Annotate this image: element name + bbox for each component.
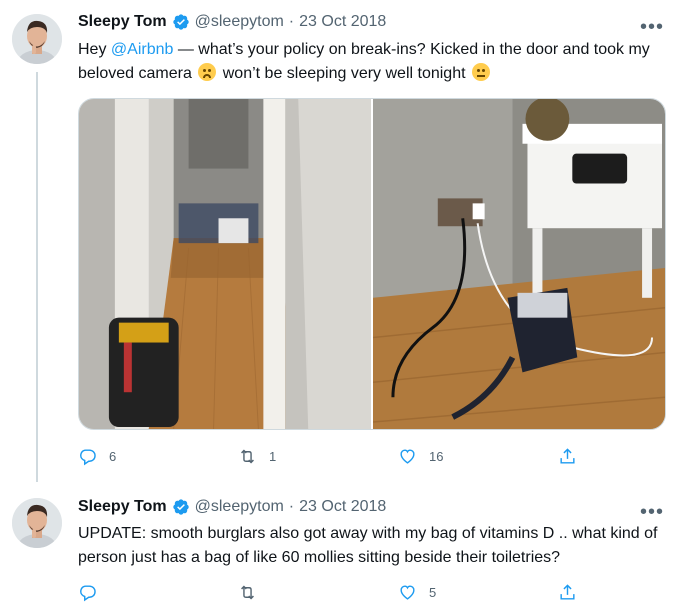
tweet-date[interactable]: 23 Oct 2018 bbox=[299, 498, 386, 516]
share-button[interactable] bbox=[558, 583, 577, 602]
separator-dot: · bbox=[288, 498, 295, 515]
tweet-text: Hey @Airbnb — what’s your policy on brea… bbox=[78, 38, 668, 86]
reply-button[interactable]: 6 bbox=[78, 447, 238, 466]
retweet-button[interactable]: 1 bbox=[238, 447, 398, 466]
mention-link[interactable]: @Airbnb bbox=[111, 41, 174, 58]
avatar[interactable] bbox=[12, 498, 62, 548]
share-button[interactable] bbox=[558, 447, 577, 466]
tweet-header: Sleepy Tom @sleepytom · 23 Oct 2018 bbox=[78, 498, 386, 516]
tweet-header: Sleepy Tom @sleepytom · 23 Oct 2018 bbox=[78, 13, 386, 31]
tweet-text-segment: won’t be sleeping very well tonight bbox=[218, 65, 470, 82]
tweet-media[interactable] bbox=[78, 98, 666, 430]
share-icon bbox=[560, 584, 575, 600]
photo-bedside-table[interactable] bbox=[373, 99, 665, 429]
author-handle[interactable]: @sleepytom bbox=[195, 498, 284, 516]
verified-badge-icon bbox=[172, 498, 190, 516]
reply-icon bbox=[80, 449, 96, 466]
disappointed-face-icon bbox=[198, 63, 217, 81]
retweet-button[interactable] bbox=[238, 583, 398, 602]
photo-doorway[interactable] bbox=[79, 99, 371, 429]
author-name[interactable]: Sleepy Tom bbox=[78, 498, 167, 516]
separator-dot: · bbox=[288, 13, 295, 30]
tweet-actions: 5 bbox=[78, 583, 578, 602]
like-count: 5 bbox=[429, 585, 437, 600]
like-icon bbox=[400, 585, 415, 600]
neutral-face-icon bbox=[472, 63, 490, 81]
tweet-text: UPDATE: smooth burglars also got away wi… bbox=[78, 525, 658, 566]
reply-icon bbox=[80, 585, 96, 602]
verified-badge-icon bbox=[172, 13, 190, 31]
like-button[interactable]: 5 bbox=[398, 583, 558, 602]
tweet-date[interactable]: 23 Oct 2018 bbox=[299, 13, 386, 31]
reply-count: 6 bbox=[109, 449, 117, 464]
avatar[interactable] bbox=[12, 14, 62, 64]
like-count: 16 bbox=[429, 449, 444, 464]
retweet-icon bbox=[241, 449, 254, 464]
thread-connector-line bbox=[36, 72, 38, 482]
reply-button[interactable] bbox=[78, 583, 238, 602]
retweet-count: 1 bbox=[269, 449, 277, 464]
author-handle[interactable]: @sleepytom bbox=[195, 13, 284, 31]
like-button[interactable]: 16 bbox=[398, 447, 558, 466]
like-icon bbox=[400, 449, 415, 464]
more-icon[interactable]: ••• bbox=[640, 502, 664, 522]
tweet-text-segment: Hey bbox=[78, 41, 111, 58]
share-icon bbox=[560, 448, 575, 464]
more-icon[interactable]: ••• bbox=[640, 17, 664, 37]
tweet-actions: 6 1 16 bbox=[78, 447, 578, 466]
author-name[interactable]: Sleepy Tom bbox=[78, 13, 167, 31]
retweet-icon bbox=[241, 585, 254, 600]
